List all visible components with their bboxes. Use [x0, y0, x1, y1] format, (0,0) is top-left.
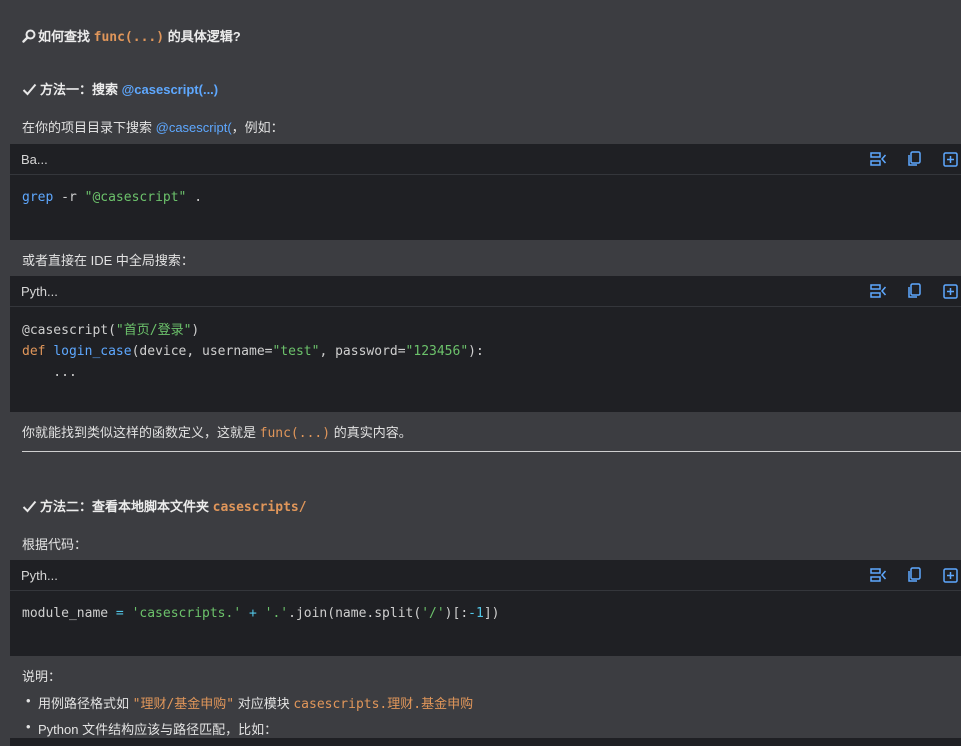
ide-search-text: 或者直接在 IDE 中全局搜索：	[22, 253, 194, 268]
insert-icon[interactable]	[939, 564, 961, 586]
insert-icon[interactable]	[939, 280, 961, 302]
code-block-python-2: Pyth... module_name = 'casescripts.' + '…	[10, 560, 961, 656]
code-block-bash: Ba... grep -r "@casescript" .	[10, 144, 961, 240]
wrap-lines-icon[interactable]	[867, 280, 889, 302]
magnifier-icon	[22, 29, 38, 46]
method2-heading: 方法二：查看本地脚本文件夹 casescripts/	[22, 496, 307, 516]
method1-description: 在你的项目目录下搜索 @casescript(，例如：	[22, 120, 284, 135]
method1-heading: 方法一：搜索 @casescript(...)	[22, 79, 218, 99]
find-text: 你就能找到类似这样的函数定义，这就是 func(...) 的真实内容。	[22, 425, 412, 441]
code-block-header: Pyth...	[10, 276, 961, 307]
copy-icon[interactable]	[903, 280, 925, 302]
code-body: grep -r "@casescript" .	[22, 190, 203, 205]
code-body: module_name = 'casescripts.' + '.'.join(…	[22, 606, 500, 621]
inline-code: func(...)	[93, 30, 165, 45]
list-item: Python 文件结构应该与路径匹配，比如：	[24, 719, 473, 738]
copy-icon[interactable]	[903, 148, 925, 170]
code-block-python-1: Pyth... @casescript("首页/登录") def login_c…	[10, 276, 961, 412]
code-block-header: Ba...	[10, 144, 961, 175]
explain-list: 用例路径格式如 "理财/基金申购" 对应模块 casescripts.理财.基金…	[24, 693, 473, 738]
code-block-header: Pyth...	[10, 560, 961, 591]
check-icon	[22, 500, 40, 516]
wrap-lines-icon[interactable]	[867, 564, 889, 586]
code-language-label: Pyth...	[21, 283, 58, 299]
code-language-label: Ba...	[21, 151, 48, 167]
copy-icon[interactable]	[903, 564, 925, 586]
explain-label: 说明：	[22, 669, 62, 684]
page-title: 如何查找 func(...) 的具体逻辑?	[22, 26, 241, 46]
check-icon	[22, 83, 40, 99]
method2-code: casescripts/	[212, 500, 307, 515]
method1-code: @casescript(...)	[121, 82, 219, 97]
wrap-lines-icon[interactable]	[867, 148, 889, 170]
code-language-label: Pyth...	[21, 567, 58, 583]
insert-icon[interactable]	[939, 148, 961, 170]
method2-description: 根据代码：	[22, 537, 88, 552]
list-item: 用例路径格式如 "理财/基金申购" 对应模块 casescripts.理财.基金…	[24, 693, 473, 712]
divider	[22, 451, 961, 452]
code-body: @casescript("首页/登录") def login_case(devi…	[22, 323, 484, 380]
code-block-partial	[10, 738, 961, 746]
